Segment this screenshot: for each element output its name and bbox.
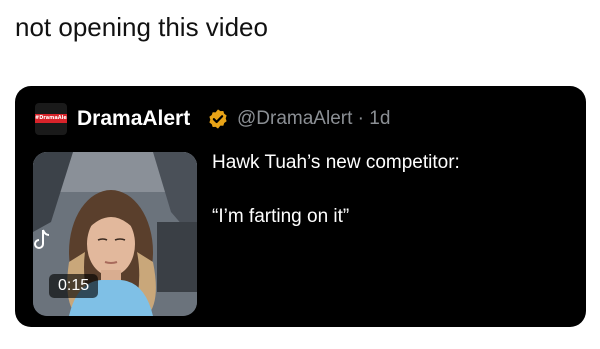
post-caption: not opening this video xyxy=(15,12,268,42)
handle-and-timestamp[interactable]: @DramaAlert · 1d xyxy=(237,108,390,130)
display-name[interactable]: DramaAlert xyxy=(77,107,190,131)
embedded-tweet-card[interactable]: #DramaAlert DramaAlert @DramaAlert · 1d xyxy=(15,86,586,327)
avatar-logo-text: #DramaAlert xyxy=(35,115,67,121)
tweet-text-line-1: Hawk Tuah’s new competitor: xyxy=(212,152,460,173)
tweet-text-line-2: “I’m farting on it” xyxy=(212,206,350,227)
avatar[interactable]: #DramaAlert xyxy=(35,103,67,135)
video-duration-badge: 0:15 xyxy=(49,274,99,298)
verified-badge-icon xyxy=(209,109,227,129)
video-thumbnail[interactable]: 0:15 xyxy=(33,152,197,316)
